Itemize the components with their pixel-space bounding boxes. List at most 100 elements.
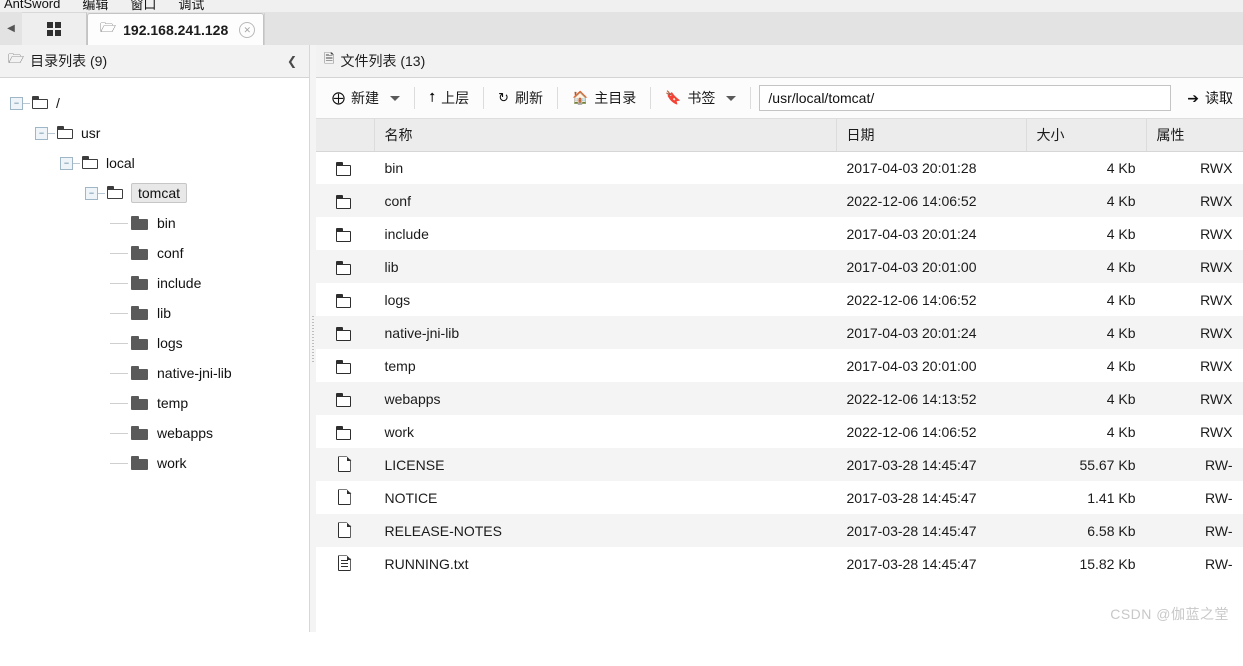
table-row[interactable]: bin 2017-04-03 20:01:28 4 Kb RWX [316,151,1243,184]
row-date: 2017-04-03 20:01:00 [836,349,1026,382]
row-size: 4 Kb [1026,415,1146,448]
folder-icon [336,326,353,341]
row-attr: RW- [1146,547,1243,580]
tree-node-webapps[interactable]: webapps [0,418,309,448]
table-row[interactable]: native-jni-lib 2017-04-03 20:01:24 4 Kb RWX [316,316,1243,349]
tree-node-native-jni-lib[interactable]: native-jni-lib [0,358,309,388]
menu-item-antsword[interactable]: AntSword [4,0,60,11]
chevron-down-icon[interactable] [726,95,737,101]
row-attr: RWX [1146,217,1243,250]
row-size: 55.67 Kb [1026,448,1146,481]
tree-node-usr[interactable]: − usr [0,118,309,148]
folder-icon [131,276,149,290]
tree-toggle-collapse-icon[interactable]: − [60,156,73,170]
collapse-sidebar-button[interactable]: ❮ [283,54,301,68]
table-row[interactable]: lib 2017-04-03 20:01:00 4 Kb RWX [316,250,1243,283]
row-size: 4 Kb [1026,283,1146,316]
chevron-down-icon[interactable] [390,95,400,101]
tree-node-lib[interactable]: lib [0,298,309,328]
tree-node-[interactable]: − / [0,88,309,118]
home-button-label: 主目录 [594,90,637,106]
row-name: webapps [374,382,836,415]
folder-icon [336,293,353,308]
tree-node-label: conf [157,245,184,261]
folder-icon [131,366,149,380]
row-icon-cell [316,349,374,382]
tree-connector-line [98,192,105,194]
row-name: native-jni-lib [374,316,836,349]
column-header-size[interactable]: 大小 [1026,119,1147,152]
tab-overview-button[interactable] [22,12,87,45]
tree-connector-line [110,282,128,284]
row-attr: RWX [1146,316,1243,349]
table-row[interactable]: webapps 2022-12-06 14:13:52 4 Kb RWX [316,382,1243,415]
read-button[interactable]: ➔ 读取 [1175,78,1243,118]
tree-node-label: temp [157,395,189,411]
row-attr: RWX [1146,349,1243,382]
file-table-scroll[interactable]: 名称 日期 大小 属性 bin 2017-04-03 20:01:28 4 Kb RW… [316,119,1243,666]
table-row[interactable]: logs 2022-12-06 14:06:52 4 Kb RWX [316,283,1243,316]
toolbar-separator [557,87,559,109]
folder-icon [131,396,149,410]
file-list-panel: 🗎 文件列表 (13) ⨁ 新建 ⭡ 上层 ↻ 刷新 🏠 主目录 🔖 书签 /u… [316,45,1243,632]
menu-item-edit[interactable]: 编辑 [82,0,108,12]
menu-item-window[interactable]: 窗口 [130,0,156,12]
home-button[interactable]: 🏠 主目录 [560,78,648,118]
folder-icon [336,260,353,275]
tree-connector-line [110,312,128,314]
table-row[interactable]: RUNNING.txt 2017-03-28 14:45:47 15.82 Kb RW… [316,547,1243,580]
row-attr: RWX [1146,250,1243,283]
tree-node-work[interactable]: work [0,448,309,478]
table-row[interactable]: work 2022-12-06 14:06:52 4 Kb RWX [316,415,1243,448]
table-row[interactable]: RELEASE-NOTES 2017-03-28 14:45:47 6.58 Kb R… [316,514,1243,547]
table-row[interactable]: include 2017-04-03 20:01:24 4 Kb RWX [316,217,1243,250]
path-input[interactable] [759,85,1172,111]
folder-open-icon [57,126,75,140]
row-size: 4 Kb [1026,217,1146,250]
row-size: 4 Kb [1026,316,1146,349]
folder-icon [336,161,353,176]
close-icon[interactable]: ✕ [239,22,256,38]
refresh-button[interactable]: ↻ 刷新 [486,78,555,118]
row-date: 2017-04-03 20:01:28 [836,151,1026,184]
column-header-attr[interactable]: 属性 [1146,119,1243,152]
tab-scroll-prev-icon[interactable]: ◀ [0,12,22,45]
row-size: 4 Kb [1026,250,1146,283]
row-size: 4 Kb [1026,382,1146,415]
tree-node-logs[interactable]: logs [0,328,309,358]
row-date: 2022-12-06 14:06:52 [836,415,1026,448]
folder-icon [131,306,149,320]
tree-toggle-collapse-icon[interactable]: − [35,126,48,140]
up-button[interactable]: ⭡ 上层 [417,78,481,118]
tree-node-tomcat[interactable]: − tomcat [0,178,309,208]
column-header-name[interactable]: 名称 [374,119,837,152]
menu-item-debug[interactable]: 调试 [178,0,204,12]
tree-toggle-collapse-icon[interactable]: − [10,96,23,110]
column-header-date[interactable]: 日期 [836,119,1027,152]
tree-toggle-collapse-icon[interactable]: − [85,186,98,200]
bookmark-icon: 🔖 [665,90,682,105]
tree-node-bin[interactable]: bin [0,208,309,238]
table-row[interactable]: temp 2017-04-03 20:01:00 4 Kb RWX [316,349,1243,382]
tree-node-include[interactable]: include [0,268,309,298]
table-row[interactable]: LICENSE 2017-03-28 14:45:47 55.67 Kb RW- [316,448,1243,481]
tree-node-temp[interactable]: temp [0,388,309,418]
row-name: RELEASE-NOTES [374,514,836,547]
table-row[interactable]: NOTICE 2017-03-28 14:45:47 1.41 Kb RW- [316,481,1243,514]
row-icon-cell [316,481,374,514]
tree-node-conf[interactable]: conf [0,238,309,268]
tree-node-label: usr [81,125,101,141]
splitter-grip [312,315,314,362]
folder-icon [336,425,353,440]
new-button[interactable]: ⨁ 新建 [320,78,412,118]
row-date: 2017-04-03 20:01:24 [836,217,1026,250]
folder-open-icon [32,96,50,110]
tree-node-local[interactable]: − local [0,148,309,178]
table-row[interactable]: conf 2022-12-06 14:06:52 4 Kb RWX [316,184,1243,217]
tab-192-168-241-128[interactable]: 🗁 192.168.241.128 ✕ [87,13,265,46]
tree-node-label: lib [157,305,172,321]
new-button-label: 新建 [351,90,379,106]
row-size: 6.58 Kb [1026,514,1146,547]
bookmark-button[interactable]: 🔖 书签 [653,78,748,118]
column-header-icon [316,119,375,152]
